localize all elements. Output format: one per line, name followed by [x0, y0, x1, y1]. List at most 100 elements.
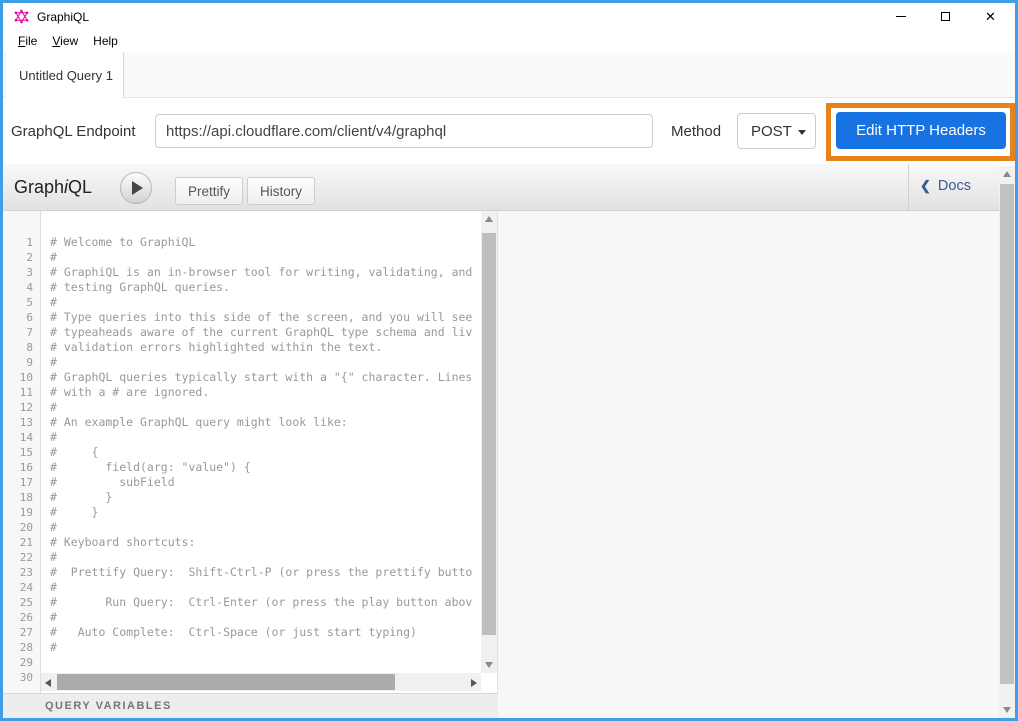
method-label: Method: [671, 123, 721, 140]
menu-item-view[interactable]: View: [46, 32, 84, 50]
code-line: #: [50, 400, 481, 415]
graphiql-toolbar: GraphiQL Prettify History ❮ Docs: [3, 164, 999, 211]
line-number: 17: [3, 475, 40, 490]
window-controls: ✕: [878, 3, 1013, 30]
menu-item-file[interactable]: File: [12, 32, 43, 50]
chevron-left-icon: ❮: [920, 178, 931, 194]
line-number: 29: [3, 655, 40, 670]
code-line: # field(arg: "value") {: [50, 460, 481, 475]
line-number: 27: [3, 625, 40, 640]
scroll-up-icon[interactable]: [485, 216, 493, 222]
line-number: 3: [3, 265, 40, 280]
tab-label: Untitled Query 1: [19, 68, 113, 83]
line-number: 28: [3, 640, 40, 655]
scroll-up-icon[interactable]: [1003, 171, 1011, 177]
code-line: # GraphQL queries typically start with a…: [50, 370, 481, 385]
query-editor-pane: 1234567891011121314151617181920212223242…: [3, 211, 498, 693]
edit-http-headers-button[interactable]: Edit HTTP Headers: [836, 112, 1006, 149]
docs-button[interactable]: ❮ Docs: [920, 178, 971, 194]
query-editor[interactable]: # Welcome to GraphiQL## GraphiQL is an i…: [41, 211, 481, 673]
close-button[interactable]: ✕: [968, 3, 1013, 30]
window-title-bar: GraphiQL ✕: [3, 3, 1015, 30]
line-number: 10: [3, 370, 40, 385]
endpoint-label: GraphQL Endpoint: [11, 123, 136, 140]
code-line: # Keyboard shortcuts:: [50, 535, 481, 550]
code-line: # validation errors highlighted within t…: [50, 340, 481, 355]
line-number: 19: [3, 505, 40, 520]
graphql-logo-icon: [14, 9, 29, 24]
line-number-gutter: 1234567891011121314151617181920212223242…: [3, 211, 41, 693]
line-number: 9: [3, 355, 40, 370]
code-line: # Auto Complete: Ctrl-Space (or just sta…: [50, 625, 481, 640]
tab-untitled-query-1[interactable]: Untitled Query 1: [5, 52, 124, 98]
code-line: #: [50, 520, 481, 535]
close-icon: ✕: [985, 10, 996, 23]
editor-vscroll-thumb[interactable]: [482, 233, 496, 635]
query-variables-bar[interactable]: QUERY VARIABLES: [3, 693, 498, 718]
line-number: 25: [3, 595, 40, 610]
minimize-button[interactable]: [878, 3, 923, 30]
scroll-left-icon[interactable]: [45, 679, 51, 687]
maximize-button[interactable]: [923, 3, 968, 30]
scroll-down-icon[interactable]: [1003, 707, 1011, 713]
code-line: # Run Query: Ctrl-Enter (or press the pl…: [50, 595, 481, 610]
code-line: # }: [50, 505, 481, 520]
line-number: 7: [3, 325, 40, 340]
caret-down-icon: [798, 130, 806, 135]
endpoint-row: GraphQL Endpoint Method POST Edit HTTP H…: [3, 98, 1015, 164]
toolbar-separator: [908, 164, 909, 210]
line-number: 1: [3, 235, 40, 250]
minimize-icon: [896, 16, 906, 17]
window-scrollbar[interactable]: [999, 166, 1015, 718]
window-scroll-thumb[interactable]: [1000, 184, 1014, 684]
editor-vscrollbar[interactable]: [481, 211, 497, 673]
line-number: 4: [3, 280, 40, 295]
code-line: # with a # are ignored.: [50, 385, 481, 400]
execute-query-button[interactable]: [120, 172, 152, 204]
code-line: #: [50, 295, 481, 310]
code-line: # Welcome to GraphiQL: [50, 235, 481, 250]
code-line: # GraphiQL is an in-browser tool for wri…: [50, 265, 481, 280]
editor-hscrollbar[interactable]: [41, 673, 481, 691]
scroll-right-icon[interactable]: [471, 679, 477, 687]
line-number: 2: [3, 250, 40, 265]
menu-bar: File View Help: [3, 30, 1015, 52]
code-line: # typeaheads aware of the current GraphQ…: [50, 325, 481, 340]
docs-label: Docs: [938, 178, 971, 194]
line-number: 8: [3, 340, 40, 355]
code-line: #: [50, 250, 481, 265]
line-number: 26: [3, 610, 40, 625]
tab-bar: Untitled Query 1: [3, 52, 1015, 98]
play-icon: [132, 181, 143, 195]
line-number: 11: [3, 385, 40, 400]
scroll-down-icon[interactable]: [485, 662, 493, 668]
line-number: 20: [3, 520, 40, 535]
line-number: 21: [3, 535, 40, 550]
code-line: #: [50, 640, 481, 655]
line-number: 30: [3, 670, 40, 685]
editor-hscroll-thumb[interactable]: [57, 674, 395, 690]
line-number: 12: [3, 400, 40, 415]
code-line: # testing GraphQL queries.: [50, 280, 481, 295]
code-line: # Prettify Query: Shift-Ctrl-P (or press…: [50, 565, 481, 580]
method-select[interactable]: POST: [737, 113, 816, 149]
endpoint-url-input[interactable]: [155, 114, 653, 148]
method-value: POST: [751, 123, 792, 140]
history-button[interactable]: History: [247, 177, 315, 205]
maximize-icon: [941, 12, 950, 21]
result-pane: [498, 211, 999, 718]
line-number: 23: [3, 565, 40, 580]
code-line: # Type queries into this side of the scr…: [50, 310, 481, 325]
code-line: #: [50, 550, 481, 565]
window-title: GraphiQL: [37, 10, 89, 24]
code-line: #: [50, 355, 481, 370]
code-line: # }: [50, 490, 481, 505]
menu-item-help[interactable]: Help: [87, 32, 124, 50]
line-number: 6: [3, 310, 40, 325]
line-number: 24: [3, 580, 40, 595]
line-number: 18: [3, 490, 40, 505]
code-line: [50, 655, 481, 670]
prettify-button[interactable]: Prettify: [175, 177, 243, 205]
code-line: # subField: [50, 475, 481, 490]
code-line: # {: [50, 445, 481, 460]
